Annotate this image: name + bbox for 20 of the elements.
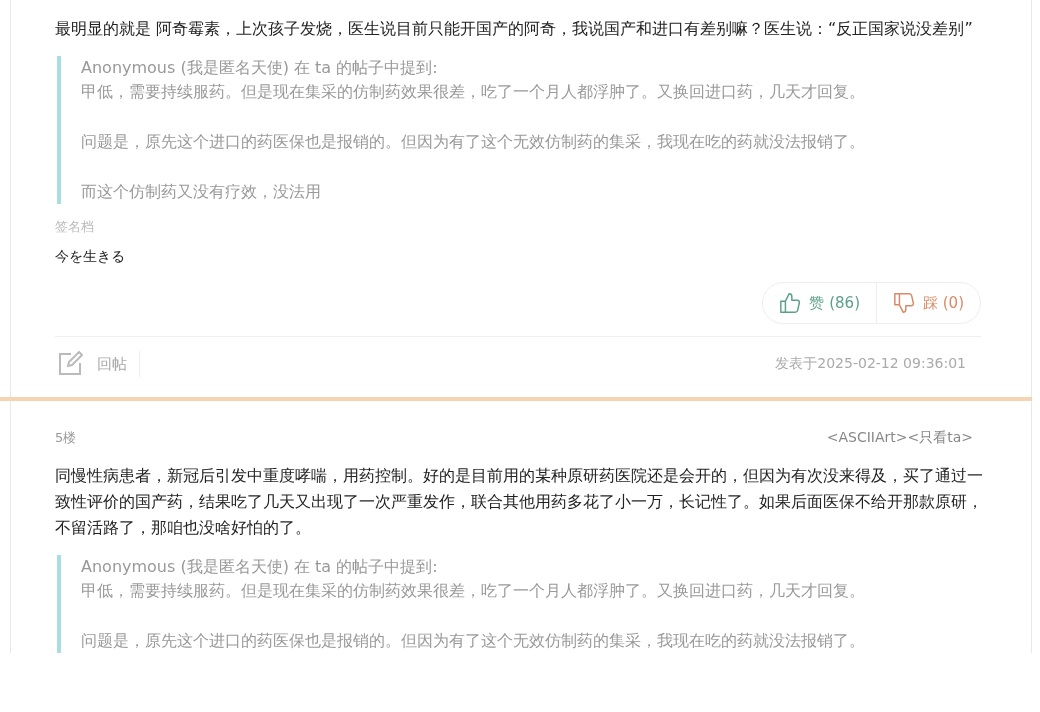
quote-author: Anonymous (我是匿名天使) 在 ta 的帖子中提到:	[81, 57, 439, 79]
post-text: 最明显的就是 阿奇霉素，上次孩子发烧，医生说目前只能开国产的阿奇，我说国产和进口有差别嘛？医生说：“反正国家说没差别”	[55, 18, 974, 40]
quote-text: 甲低，需要持续服药。但是现在集采的仿制药效果很差，吃了一个月人都浮肿了。又换回进口药，几天才回复。	[81, 81, 866, 103]
quote-text: 问题是，原先这个进口的药医保也是报销的。但因为有了这个无效仿制药的集采，我现在吃的药就没法报销了。	[81, 630, 866, 652]
dislike-button[interactable]: 踩 (0)	[877, 283, 980, 323]
post-date: 发表于2025-02-12 09:36:01	[775, 355, 966, 373]
reply-button[interactable]: 回帖	[55, 351, 140, 377]
post-links[interactable]: <ASCIIArt><只看ta>	[826, 429, 973, 447]
post-text: 同慢性病患者，新冠后引发中重度哮喘，用药控制。好的是目前用的某种原研药医院还是会开的，但因为有次没来得及，买了通过一致性评价的国产药，结果吃了几天又出现了一次严重发作，联合其他用药多花了小一万，长记性了。如果后面医保不给开那款原研，不留活路了，那咱也没啥好怕的了。	[55, 465, 984, 539]
thumbs-down-icon	[893, 292, 915, 314]
like-button[interactable]: 赞 (86)	[763, 283, 877, 323]
floor-number: 5楼	[55, 429, 77, 447]
quote-text: 而这个仿制药又没有疗效，没法用	[81, 181, 322, 203]
signature-text: 今を生きる	[55, 248, 126, 266]
thumbs-up-icon	[779, 292, 802, 314]
quote-text: 甲低，需要持续服药。但是现在集采的仿制药效果很差，吃了一个月人都浮肿了。又换回进口药，几天才回复。	[81, 580, 866, 602]
quote-text: 问题是，原先这个进口的药医保也是报销的。但因为有了这个无效仿制药的集采，我现在吃的药就没法报销了。	[81, 131, 866, 153]
quote-author: Anonymous (我是匿名天使) 在 ta 的帖子中提到:	[81, 556, 439, 578]
signature-label: 签名档	[55, 218, 95, 236]
edit-icon	[57, 351, 83, 377]
